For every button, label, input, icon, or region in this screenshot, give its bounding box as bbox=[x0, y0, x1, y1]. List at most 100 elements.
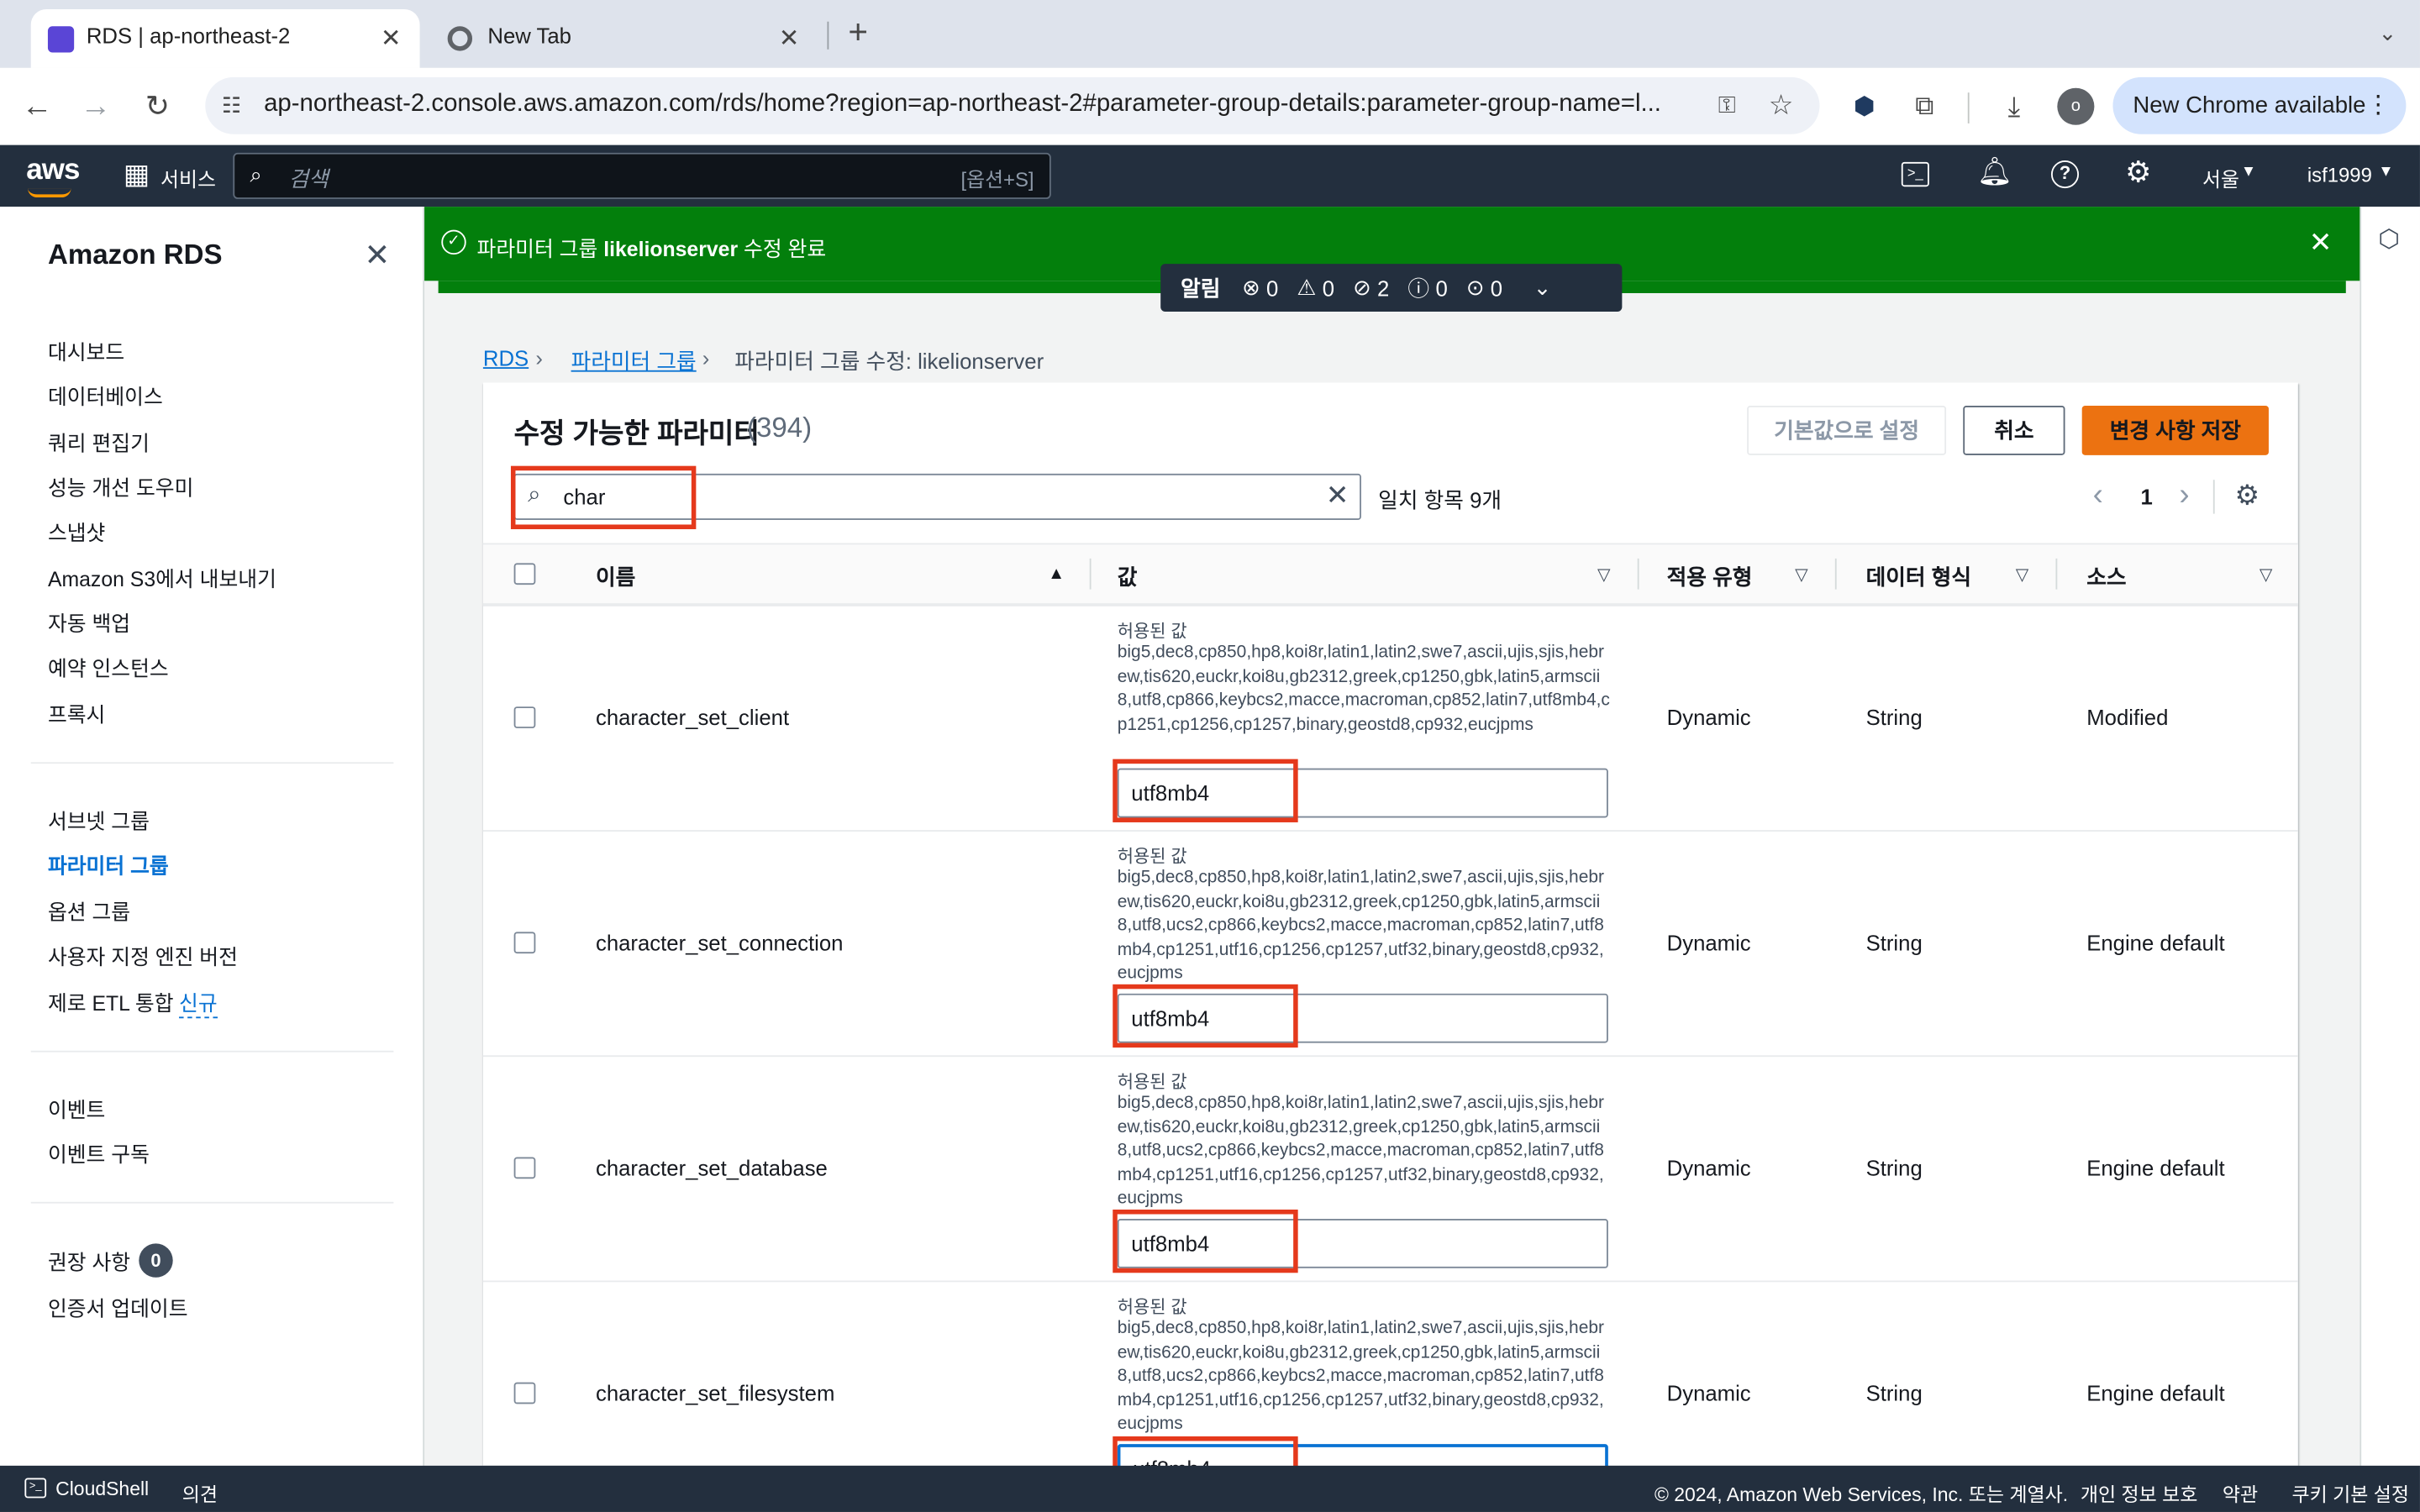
aws-logo[interactable]: aws bbox=[26, 155, 80, 188]
allowed-values-list: big5,dec8,cp850,hp8,koi8r,latin1,latin2,… bbox=[1117, 1319, 1604, 1434]
sidebar-item-events[interactable]: 이벤트 bbox=[48, 1092, 105, 1123]
cancel-button[interactable]: 취소 bbox=[1963, 406, 2065, 455]
close-sidebar-icon[interactable]: ✕ bbox=[364, 236, 390, 275]
sidebar-item-reserved-instances[interactable]: 예약 인스턴스 bbox=[48, 651, 169, 682]
column-header-apply-type[interactable]: 적용 유형 bbox=[1667, 562, 1753, 593]
sidebar-item-recommendations[interactable]: 권장 사항 bbox=[48, 1245, 130, 1276]
sidebar-item-parameter-groups[interactable]: 파라미터 그룹 bbox=[48, 848, 169, 879]
sort-icon[interactable]: ▽ bbox=[2016, 564, 2029, 585]
footer-terms[interactable]: 약관 bbox=[2223, 1478, 2258, 1508]
row-checkbox[interactable] bbox=[513, 932, 536, 954]
back-arrow-icon[interactable]: ← bbox=[20, 89, 54, 123]
new-tab-plus-icon[interactable]: + bbox=[841, 13, 875, 51]
sidebar-title[interactable]: Amazon RDS bbox=[48, 239, 223, 272]
account-menu[interactable]: isf1999 bbox=[2307, 164, 2372, 187]
tab-rds[interactable]: RDS | ap-northeast-2 ✕ bbox=[30, 9, 420, 68]
sort-icon[interactable]: ▽ bbox=[1597, 564, 1611, 585]
close-tab-icon[interactable]: ✕ bbox=[779, 24, 800, 55]
extensions-puzzle-icon[interactable]: ⧉ bbox=[1907, 90, 1941, 123]
services-grid-icon[interactable]: ▦ bbox=[124, 160, 150, 188]
cloudshell-icon[interactable]: >_ bbox=[1901, 161, 1929, 187]
cloudshell-icon[interactable]: >_ bbox=[24, 1478, 47, 1499]
sidebar-item-dashboard[interactable]: 대시보드 bbox=[48, 335, 124, 366]
sidebar-item-option-groups[interactable]: 옵션 그룹 bbox=[48, 895, 130, 926]
breadcrumb-rds[interactable]: RDS bbox=[483, 345, 529, 370]
allowed-values-list: big5,dec8,cp850,hp8,koi8r,latin1,latin2,… bbox=[1117, 643, 1610, 734]
next-page-icon[interactable]: › bbox=[2179, 478, 2189, 513]
notification-bar[interactable]: 알림 ⊗ 0 ⚠ 0 ⊘ 2 ⓘ 0 ⊙ 0 ⌄ bbox=[1160, 264, 1623, 312]
sidebar-item-certificate-update[interactable]: 인증서 업데이트 bbox=[48, 1291, 188, 1322]
column-divider bbox=[1089, 558, 1092, 590]
row-checkbox[interactable] bbox=[513, 706, 536, 728]
apply-type: Dynamic bbox=[1666, 1380, 1751, 1406]
row-checkbox[interactable] bbox=[513, 1382, 536, 1404]
browser-tab-bar: RDS | ap-northeast-2 ✕ New Tab ✕ + ⌄ bbox=[0, 0, 2420, 68]
footer-privacy[interactable]: 개인 정보 보호 bbox=[2081, 1478, 2198, 1508]
success-count: 2 bbox=[1377, 275, 1390, 301]
sidebar-item-snapshots[interactable]: 스냅샷 bbox=[48, 515, 105, 546]
sort-icon[interactable]: ▽ bbox=[2260, 564, 2273, 585]
breadcrumb-parameter-groups[interactable]: 파라미터 그룹 bbox=[571, 345, 697, 376]
column-divider bbox=[2055, 558, 2058, 590]
global-search-input[interactable]: ⌕ 검색 [옵션+S] bbox=[233, 152, 1051, 199]
url-text[interactable]: ap-northeast-2.console.aws.amazon.com/rd… bbox=[264, 91, 1707, 118]
sidebar-item-s3-export[interactable]: Amazon S3에서 내보내기 bbox=[48, 562, 276, 593]
column-header-value[interactable]: 값 bbox=[1118, 562, 1138, 593]
sidebar-divider bbox=[30, 1050, 394, 1053]
region-selector[interactable]: 서울 bbox=[2202, 164, 2239, 193]
sort-ascending-icon[interactable]: ▲ bbox=[1048, 564, 1065, 583]
clear-filter-icon[interactable]: ✕ bbox=[1326, 480, 1349, 512]
footer-feedback[interactable]: 의견 bbox=[182, 1478, 218, 1508]
extension-shield-icon[interactable]: ⬢ bbox=[1848, 90, 1881, 123]
column-header-source[interactable]: 소스 bbox=[2086, 562, 2126, 593]
sidebar-item-performance-insights[interactable]: 성능 개선 도우미 bbox=[48, 470, 193, 501]
sidebar-item-custom-engine-versions[interactable]: 사용자 지정 엔진 버전 bbox=[48, 940, 238, 971]
tab-new-tab[interactable]: New Tab ✕ bbox=[426, 9, 821, 68]
data-type: String bbox=[1865, 705, 1923, 730]
tools-panel-icon[interactable]: ⬡ bbox=[2378, 223, 2400, 255]
help-icon[interactable]: ? bbox=[2050, 160, 2080, 189]
reload-icon[interactable]: ↻ bbox=[140, 90, 174, 123]
notifications-bell-icon[interactable]: 🔔︎ bbox=[1977, 156, 2012, 189]
address-bar[interactable]: ☷ ap-northeast-2.console.aws.amazon.com/… bbox=[205, 76, 1820, 134]
tab-title: RDS | ap-northeast-2 bbox=[86, 23, 291, 48]
profile-avatar-icon[interactable]: o bbox=[2057, 87, 2095, 125]
reset-defaults-button[interactable]: 기본값으로 설정 bbox=[1747, 406, 1947, 455]
download-icon[interactable]: ⤓ bbox=[1997, 90, 2031, 123]
close-tab-icon[interactable]: ✕ bbox=[381, 24, 402, 55]
forward-arrow-icon[interactable]: → bbox=[79, 89, 113, 123]
sort-icon[interactable]: ▽ bbox=[1795, 564, 1808, 585]
sidebar-item-zero-etl[interactable]: 제로 ETL 통합 bbox=[48, 986, 174, 1017]
save-changes-button[interactable]: 변경 사항 저장 bbox=[2081, 406, 2269, 455]
sidebar-item-proxies[interactable]: 프록시 bbox=[48, 697, 105, 728]
breadcrumb-chevron-icon: › bbox=[702, 345, 710, 370]
highlight-box bbox=[1113, 759, 1298, 822]
source: Engine default bbox=[2086, 930, 2225, 955]
sidebar-item-automated-backups[interactable]: 자동 백업 bbox=[48, 606, 130, 638]
highlight-box bbox=[1113, 1209, 1298, 1273]
column-header-name[interactable]: 이름 bbox=[596, 562, 635, 593]
sidebar-item-databases[interactable]: 데이터베이스 bbox=[48, 380, 163, 411]
row-checkbox[interactable] bbox=[513, 1157, 536, 1179]
dismiss-flash-icon[interactable]: ✕ bbox=[2309, 227, 2333, 260]
select-all-checkbox[interactable] bbox=[513, 563, 536, 585]
sidebar-item-event-subscriptions[interactable]: 이벤트 구독 bbox=[48, 1137, 150, 1168]
preferences-gear-icon[interactable]: ⚙ bbox=[2235, 480, 2260, 512]
site-info-icon[interactable]: ☷ bbox=[216, 90, 247, 121]
page-number[interactable]: 1 bbox=[2141, 485, 2153, 509]
password-key-icon[interactable]: ⚿ bbox=[1710, 90, 1744, 121]
footer-cloudshell[interactable]: CloudShell bbox=[55, 1478, 149, 1500]
sidebar-item-subnet-groups[interactable]: 서브넷 그룹 bbox=[48, 804, 150, 835]
sidebar-item-query-editor[interactable]: 쿼리 편집기 bbox=[48, 426, 150, 457]
footer-cookies[interactable]: 쿠키 기본 설정 bbox=[2291, 1478, 2409, 1508]
tab-search-chevron-icon[interactable]: ⌄ bbox=[2370, 15, 2404, 49]
settings-gear-icon[interactable]: ⚙ bbox=[2125, 156, 2151, 192]
expand-chevron-icon[interactable]: ⌄ bbox=[1534, 275, 1552, 301]
data-type: String bbox=[1865, 1155, 1923, 1181]
bookmark-star-icon[interactable]: ☆ bbox=[1764, 89, 1797, 121]
services-menu[interactable]: 서비스 bbox=[160, 164, 216, 193]
new-chrome-button[interactable]: New Chrome available ⋮ bbox=[2112, 76, 2407, 134]
prev-page-icon[interactable]: ‹ bbox=[2093, 478, 2103, 513]
parameter-name: character_set_filesystem bbox=[595, 1380, 835, 1406]
column-header-data-type[interactable]: 데이터 형식 bbox=[1866, 562, 1971, 593]
